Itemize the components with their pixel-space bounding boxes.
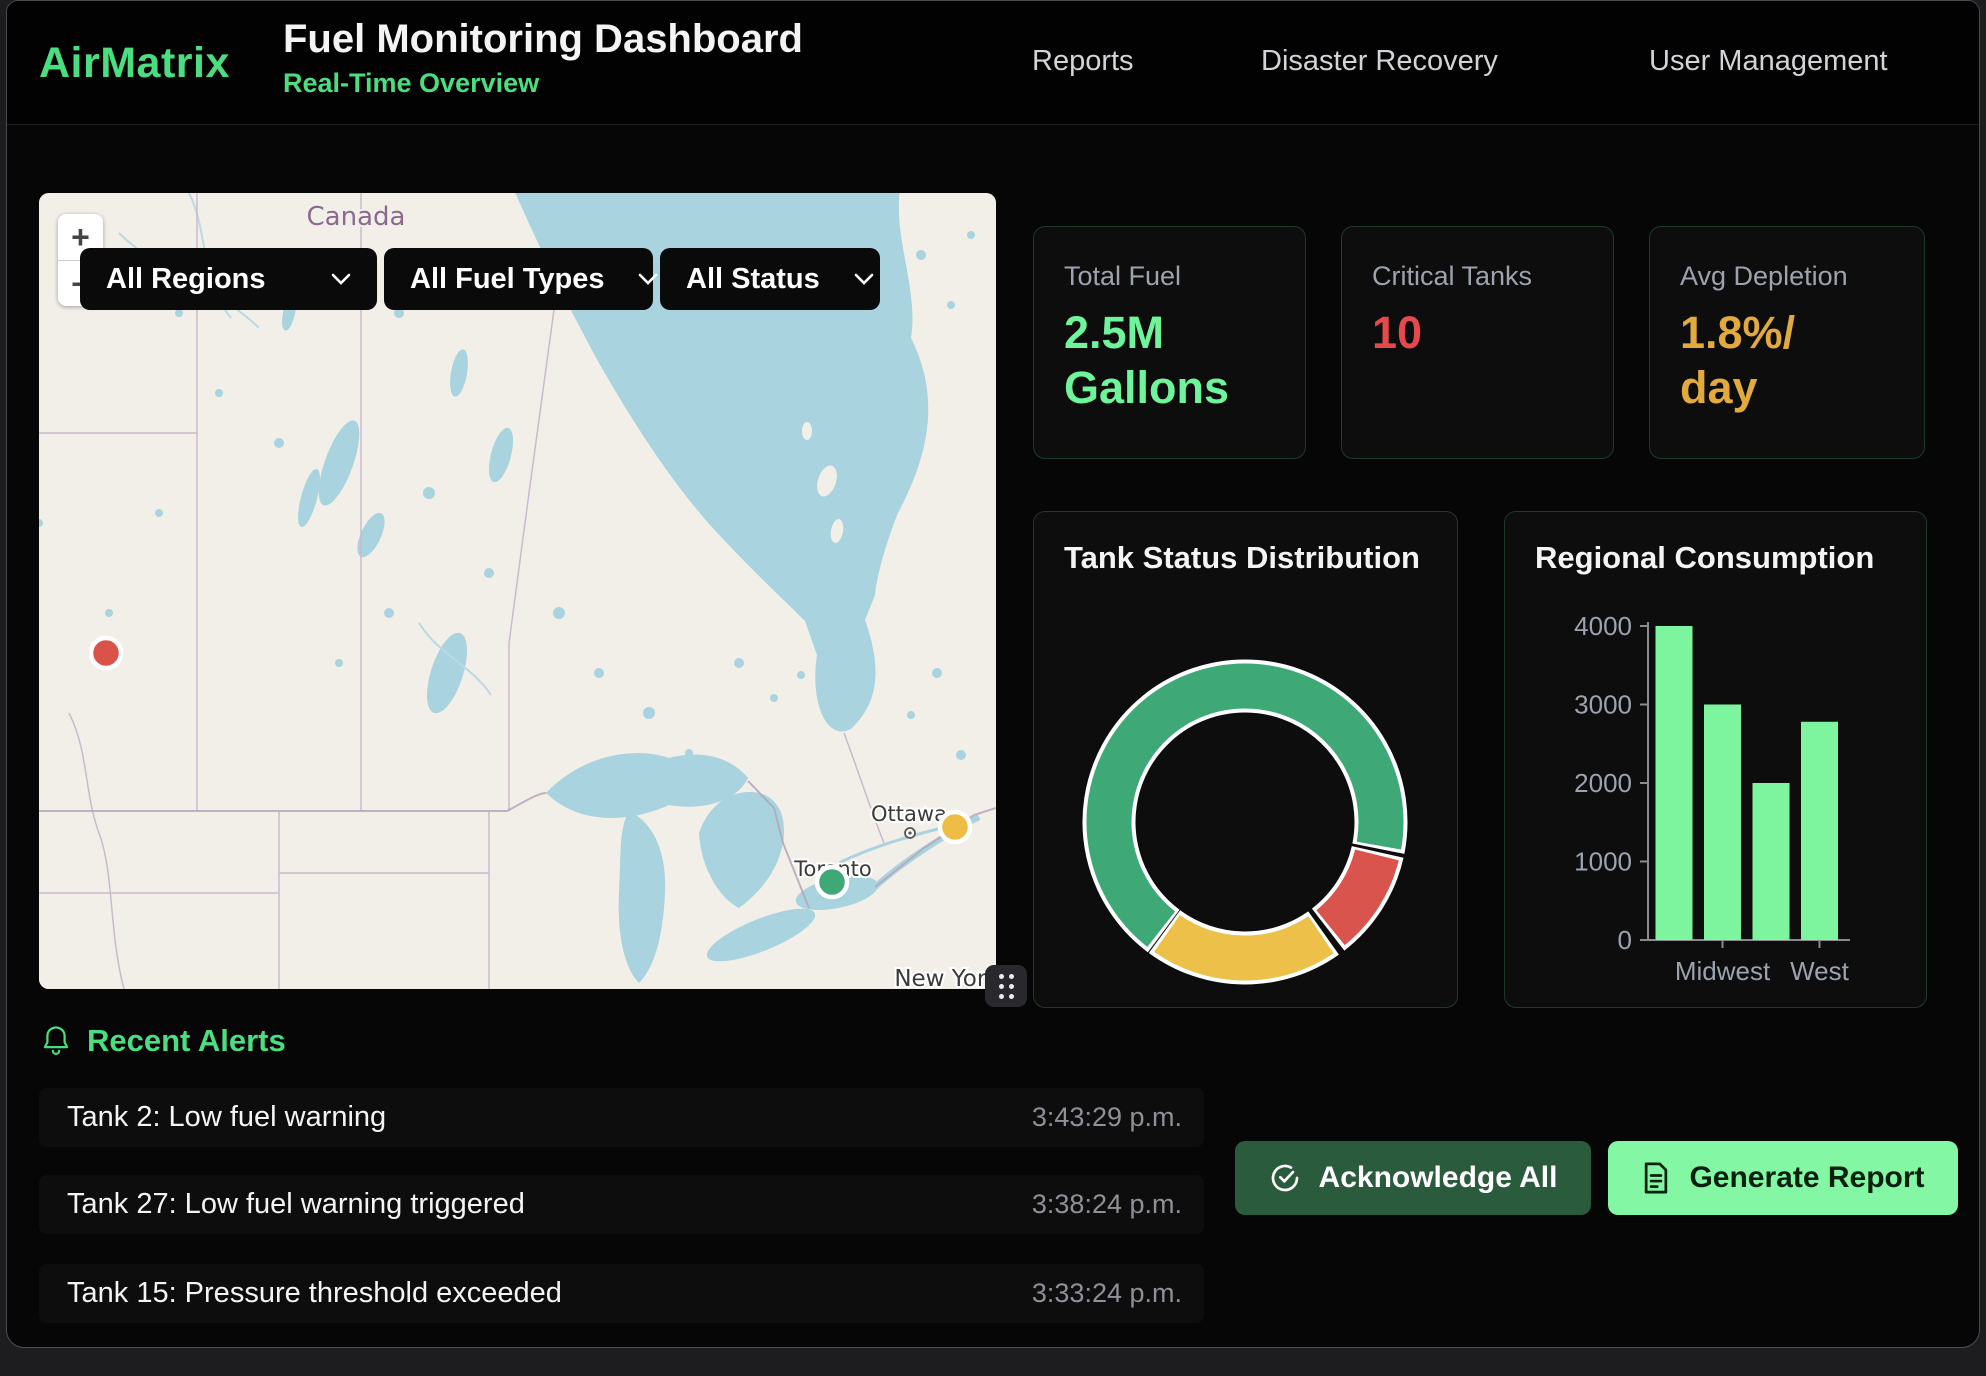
bell-icon (41, 1025, 71, 1057)
alerts-header: Recent Alerts (41, 1023, 286, 1059)
alerts-title: Recent Alerts (87, 1023, 286, 1059)
stat-card-critical-tanks: Critical Tanks 10 (1341, 226, 1614, 459)
svg-text:0: 0 (1618, 925, 1632, 955)
page-subtitle: Real-Time Overview (283, 68, 803, 99)
stat-label: Total Fuel (1064, 261, 1275, 292)
stat-value: 1.8%/ day (1680, 306, 1894, 416)
tank-status-chart-card: Tank Status Distribution (1033, 511, 1458, 1008)
svg-text:Midwest: Midwest (1675, 956, 1771, 986)
alert-timestamp: 3:33:24 p.m. (1032, 1278, 1182, 1309)
alert-message: Tank 27: Low fuel warning triggered (67, 1188, 525, 1221)
chart-title: Tank Status Distribution (1064, 540, 1420, 576)
tank-status-donut-chart (1034, 512, 1457, 1009)
svg-text:1000: 1000 (1574, 847, 1632, 877)
ottawa-town-dot (905, 828, 915, 838)
donut-segment-critical (1331, 855, 1377, 928)
chart-title: Regional Consumption (1535, 540, 1874, 576)
bar-Midwest (1704, 705, 1741, 941)
nav-user-management[interactable]: User Management (1649, 45, 1888, 78)
acknowledge-all-label: Acknowledge All (1319, 1161, 1558, 1195)
map-resize-grip[interactable] (985, 965, 1027, 1007)
stat-label: Avg Depletion (1680, 261, 1894, 292)
bar-series-2 (1753, 783, 1790, 940)
title-block: Fuel Monitoring Dashboard Real-Time Over… (283, 17, 803, 99)
check-circle-icon (1269, 1162, 1301, 1194)
generate-report-button[interactable]: Generate Report (1608, 1141, 1958, 1215)
alert-row[interactable]: Tank 15: Pressure threshold exceeded 3:3… (39, 1264, 1204, 1323)
map-label-ottawa: Ottawa (871, 802, 947, 826)
document-icon (1641, 1162, 1671, 1194)
map-label-country: Canada (307, 202, 406, 232)
stat-label: Critical Tanks (1372, 261, 1583, 292)
chevron-down-icon (820, 273, 874, 285)
tank-marker-warning[interactable] (940, 812, 970, 842)
map-canvas[interactable]: Canada Ottawa Toronto New York + − All R… (39, 193, 996, 989)
stat-value: 2.5M Gallons (1064, 306, 1275, 416)
alert-timestamp: 3:43:29 p.m. (1032, 1102, 1182, 1133)
regional-consumption-chart-card: Regional Consumption 0 1000 2000 3000 4000 Mi… (1504, 511, 1927, 1008)
header-bar: AirMatrix Fuel Monitoring Dashboard Real… (7, 1, 1979, 125)
region-filter-value: All Regions (106, 263, 266, 296)
bar-series-0 (1656, 626, 1693, 940)
alert-row[interactable]: Tank 27: Low fuel warning triggered 3:38… (39, 1175, 1204, 1234)
fuel-type-filter-dropdown[interactable]: All Fuel Types (384, 248, 653, 310)
fuel-type-filter-value: All Fuel Types (410, 263, 604, 296)
app-window: AirMatrix Fuel Monitoring Dashboard Real… (6, 0, 1980, 1348)
brand-logo: AirMatrix (39, 39, 230, 88)
alert-timestamp: 3:38:24 p.m. (1032, 1189, 1182, 1220)
status-filter-dropdown[interactable]: All Status (660, 248, 880, 310)
bar-West (1801, 722, 1838, 940)
chevron-down-icon (297, 273, 351, 285)
stat-card-avg-depletion: Avg Depletion 1.8%/ day (1649, 226, 1925, 459)
svg-text:2000: 2000 (1574, 768, 1632, 798)
alert-message: Tank 2: Low fuel warning (67, 1101, 386, 1134)
tank-marker-normal[interactable] (817, 867, 847, 897)
map-graphic: Canada Ottawa Toronto New York (39, 193, 996, 989)
acknowledge-all-button[interactable]: Acknowledge All (1235, 1141, 1591, 1215)
generate-report-label: Generate Report (1689, 1161, 1924, 1195)
donut-segment-warning (1167, 933, 1321, 958)
nav-disaster-recovery[interactable]: Disaster Recovery (1261, 45, 1498, 78)
tank-marker-critical[interactable] (91, 638, 121, 668)
chevron-down-icon (604, 273, 658, 285)
stat-card-total-fuel: Total Fuel 2.5M Gallons (1033, 226, 1306, 459)
status-filter-value: All Status (686, 263, 820, 296)
svg-text:West: West (1790, 956, 1850, 986)
map-label-new-york: New York (894, 966, 996, 989)
nav-reports[interactable]: Reports (1032, 45, 1134, 78)
svg-text:3000: 3000 (1574, 690, 1632, 720)
page-title: Fuel Monitoring Dashboard (283, 17, 803, 62)
alert-row[interactable]: Tank 2: Low fuel warning 3:43:29 p.m. (39, 1088, 1204, 1147)
regional-consumption-bar-chart: 0 1000 2000 3000 4000 Midwest West (1505, 512, 1928, 1009)
alert-message: Tank 15: Pressure threshold exceeded (67, 1277, 562, 1310)
stat-value: 10 (1372, 306, 1583, 361)
svg-text:4000: 4000 (1574, 611, 1632, 641)
region-filter-dropdown[interactable]: All Regions (80, 248, 377, 310)
